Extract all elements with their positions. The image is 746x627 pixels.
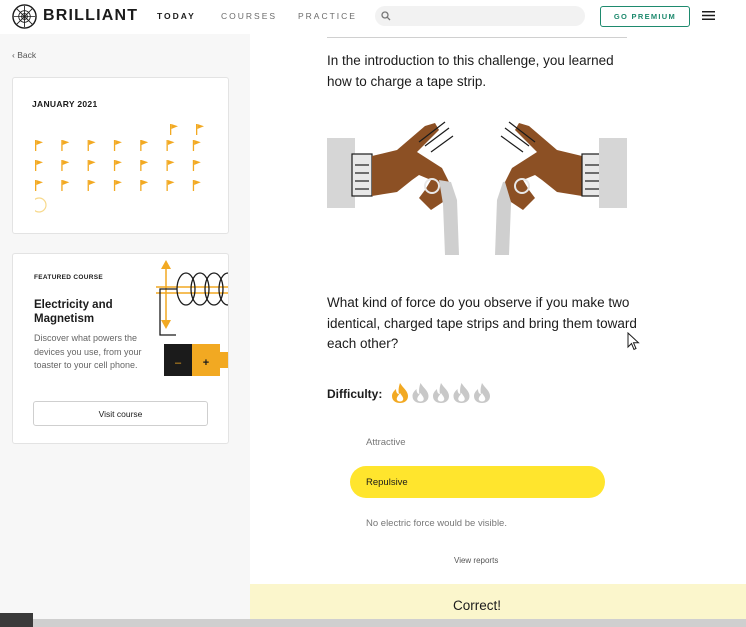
electromagnet-illustration: – + bbox=[156, 260, 228, 376]
brand-logo[interactable]: BRILLIANT bbox=[12, 3, 138, 29]
search-box[interactable] bbox=[375, 6, 585, 26]
featured-eyebrow: FEATURED COURSE bbox=[34, 274, 104, 281]
streak-flag-icon bbox=[140, 160, 149, 171]
left-sidebar: ‹ Back JANUARY 2021 FEATURED COURSE Elec… bbox=[0, 34, 250, 627]
calendar-card: JANUARY 2021 bbox=[12, 77, 229, 234]
streak-flag-icon bbox=[166, 160, 175, 171]
mouse-pointer-icon bbox=[627, 332, 640, 351]
hamburger-menu-icon[interactable] bbox=[702, 10, 715, 21]
top-header: BRILLIANT TODAY COURSES PRACTICE GO PREM… bbox=[0, 0, 746, 34]
top-divider bbox=[327, 37, 627, 38]
nav-courses[interactable]: COURSES bbox=[221, 11, 277, 21]
streak-flag-icon bbox=[196, 124, 204, 135]
streak-flag-icon bbox=[192, 180, 201, 191]
streak-flag-icon bbox=[35, 140, 43, 151]
difficulty-label: Difficulty: bbox=[327, 387, 383, 401]
streak-flag-icon bbox=[166, 180, 175, 191]
streak-flag-icon bbox=[113, 180, 122, 191]
streak-flag-icon bbox=[87, 140, 96, 151]
back-link[interactable]: ‹ Back bbox=[12, 50, 36, 60]
tape-strips-hands-illustration bbox=[327, 121, 627, 255]
streak-flag-icon bbox=[35, 180, 43, 191]
search-icon bbox=[381, 11, 391, 21]
scrollbar-thumb[interactable] bbox=[0, 613, 33, 627]
view-reports-link[interactable]: View reports bbox=[454, 556, 498, 565]
featured-course-card: FEATURED COURSE Electricity and Magnetis… bbox=[12, 253, 229, 444]
streak-flag-icon bbox=[87, 180, 96, 191]
calendar-month: JANUARY 2021 bbox=[32, 99, 98, 109]
back-label: Back bbox=[17, 50, 37, 60]
visit-course-button[interactable]: Visit course bbox=[33, 401, 208, 426]
nav-today[interactable]: TODAY bbox=[157, 11, 196, 21]
go-premium-button[interactable]: GO PREMIUM bbox=[600, 6, 690, 27]
nav-practice[interactable]: PRACTICE bbox=[298, 11, 357, 21]
brand-name: BRILLIANT bbox=[43, 7, 139, 24]
brilliant-logo-icon bbox=[12, 3, 37, 29]
feedback-text: Correct! bbox=[452, 598, 501, 613]
streak-flag-icon bbox=[61, 140, 70, 151]
today-marker-icon bbox=[35, 197, 47, 213]
course-title: Electricity and Magnetism bbox=[34, 299, 113, 325]
challenge-content: In the introduction to this challenge, y… bbox=[250, 34, 746, 627]
answer-option-no-force[interactable]: No electric force would be visible. bbox=[350, 507, 605, 539]
question-text: What kind of force do you observe if you… bbox=[327, 295, 637, 351]
streak-flag-icon bbox=[192, 140, 201, 151]
streak-flag-icon bbox=[170, 124, 178, 135]
battery-minus-label: – bbox=[175, 357, 182, 369]
streak-flag-icon bbox=[113, 140, 122, 151]
horizontal-scrollbar[interactable] bbox=[0, 619, 746, 627]
battery-plus-label: + bbox=[203, 357, 209, 369]
intro-text: In the introduction to this challenge, y… bbox=[327, 53, 614, 89]
search-input[interactable] bbox=[397, 8, 577, 24]
difficulty-rating bbox=[392, 383, 490, 403]
streak-flag-icon bbox=[113, 160, 122, 171]
course-description: Discover what powers the devices you use… bbox=[34, 333, 142, 370]
answer-option-repulsive[interactable]: Repulsive bbox=[350, 466, 605, 498]
streak-flag-icon bbox=[140, 140, 149, 151]
streak-flag-icon bbox=[166, 140, 175, 151]
streak-flag-icon bbox=[192, 160, 201, 171]
streak-flag-icon bbox=[61, 180, 70, 191]
streak-flag-icon bbox=[35, 160, 43, 171]
streak-calendar bbox=[35, 124, 204, 213]
streak-flag-icon bbox=[140, 180, 149, 191]
answer-option-attractive[interactable]: Attractive bbox=[350, 426, 605, 458]
streak-flag-icon bbox=[87, 160, 96, 171]
streak-flag-icon bbox=[61, 160, 70, 171]
